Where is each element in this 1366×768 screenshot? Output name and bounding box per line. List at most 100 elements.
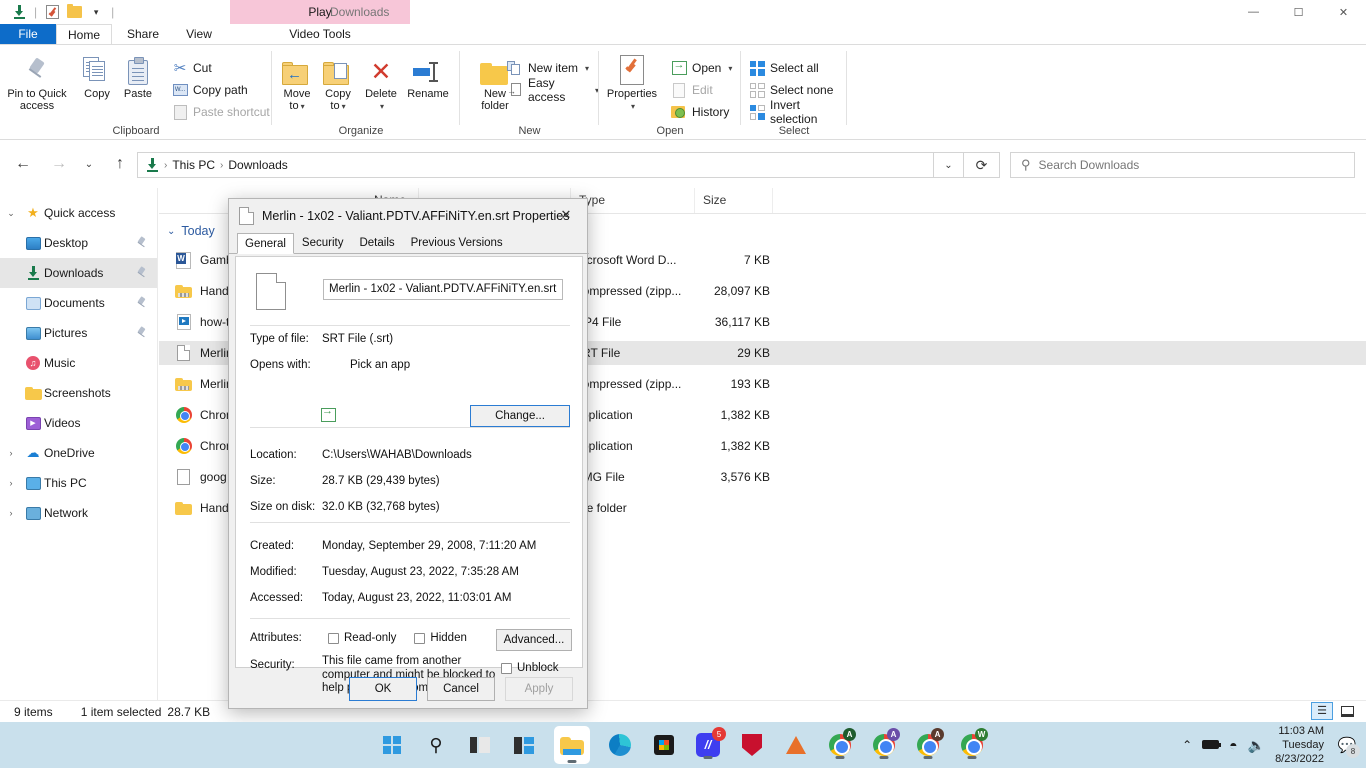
pin-icon[interactable]: [136, 237, 147, 248]
apply-button[interactable]: Apply: [505, 677, 573, 701]
sidebar-item-screenshots[interactable]: Screenshots: [0, 378, 157, 408]
column-header-extra[interactable]: [773, 188, 853, 213]
large-icons-view-icon[interactable]: [1336, 702, 1358, 720]
properties-icon[interactable]: [41, 2, 63, 22]
recent-locations-button[interactable]: ⌄: [74, 149, 104, 179]
sidebar-item-quick-access[interactable]: ⌄ ★ Quick access: [0, 198, 157, 228]
pin-icon[interactable]: [136, 267, 147, 278]
column-header-size[interactable]: Size: [695, 188, 773, 213]
invert-selection-button[interactable]: Invert selection: [747, 101, 847, 123]
sidebar-item-music[interactable]: ♫ Music: [0, 348, 157, 378]
clock[interactable]: 11:03 AM Tuesday 8/23/2022: [1275, 724, 1324, 766]
breadcrumb[interactable]: › This PC › Downloads: [137, 152, 934, 178]
download-icon[interactable]: [8, 2, 30, 22]
tab-details[interactable]: Details: [351, 232, 402, 253]
tab-view[interactable]: View: [173, 24, 225, 45]
tray-chevron-icon[interactable]: ⌃: [1182, 738, 1192, 752]
copy-to-caret-icon[interactable]: ▾: [342, 102, 346, 111]
mcafee-button[interactable]: [738, 730, 766, 760]
select-all-button[interactable]: Select all: [747, 57, 819, 79]
readonly-checkbox[interactable]: Read-only: [328, 632, 396, 644]
up-button[interactable]: ↑: [105, 149, 135, 179]
expander-icon[interactable]: ⌄: [0, 208, 22, 219]
open-caret-icon[interactable]: ▾: [728, 64, 732, 73]
delete-caret-icon[interactable]: ▾: [380, 102, 384, 111]
tab-general[interactable]: General: [237, 233, 294, 254]
blue-app-button[interactable]: // 5: [694, 730, 722, 760]
advanced-button[interactable]: Advanced...: [496, 629, 572, 651]
close-button[interactable]: ✕: [1321, 0, 1366, 24]
history-button[interactable]: History: [669, 101, 729, 123]
forward-button[interactable]: →: [44, 149, 74, 179]
minimize-button[interactable]: —: [1231, 0, 1276, 24]
vlc-button[interactable]: [782, 730, 810, 760]
chrome-window-1-button[interactable]: A: [826, 730, 854, 760]
open-button[interactable]: Open ▾: [669, 57, 732, 79]
ok-button[interactable]: OK: [349, 677, 417, 701]
search-button[interactable]: ⚲: [422, 730, 450, 760]
hidden-checkbox[interactable]: Hidden: [414, 632, 466, 644]
sidebar-item-desktop[interactable]: Desktop: [0, 228, 157, 258]
copy-path-button[interactable]: W... Copy path: [170, 79, 248, 101]
tab-home[interactable]: Home: [56, 24, 112, 45]
file-name-field[interactable]: Merlin - 1x02 - Valiant.PDTV.AFFiNiTY.en…: [323, 279, 563, 300]
file-explorer-taskbar-button[interactable]: [554, 726, 590, 764]
microsoft-edge-button[interactable]: [606, 730, 634, 760]
refresh-icon[interactable]: ⟳: [964, 152, 1000, 178]
group-header-today[interactable]: ⌄ Today: [167, 218, 215, 244]
cut-button[interactable]: ✂ Cut: [170, 57, 212, 79]
address-dropdown-icon[interactable]: ⌄: [934, 152, 964, 178]
volume-icon[interactable]: 🔈: [1248, 737, 1265, 754]
new-item-caret-icon[interactable]: ▾: [585, 64, 589, 73]
column-header-type[interactable]: Type: [571, 188, 695, 213]
tab-video-tools[interactable]: Video Tools: [230, 24, 410, 45]
pin-icon[interactable]: [136, 297, 147, 308]
change-button[interactable]: Change...: [470, 405, 570, 427]
rename-button[interactable]: Rename: [395, 49, 461, 100]
dialog-close-button[interactable]: ✕: [545, 199, 587, 230]
task-view-button[interactable]: [466, 730, 494, 760]
expander-icon[interactable]: ›: [0, 448, 22, 458]
paste-shortcut-button[interactable]: Paste shortcut: [170, 101, 270, 123]
sidebar-item-onedrive[interactable]: › ☁ OneDrive: [0, 438, 157, 468]
cancel-button[interactable]: Cancel: [427, 677, 495, 701]
wifi-icon[interactable]: ◓: [1229, 737, 1237, 753]
properties-button[interactable]: Properties▾: [599, 49, 665, 113]
back-button[interactable]: ←: [8, 149, 38, 179]
sidebar-item-pictures[interactable]: Pictures: [0, 318, 157, 348]
properties-caret-icon[interactable]: ▾: [631, 102, 635, 111]
expander-icon[interactable]: ›: [0, 508, 22, 518]
chevron-down-icon[interactable]: ⌄: [167, 226, 175, 237]
start-button[interactable]: [378, 730, 406, 760]
tab-file[interactable]: File: [0, 24, 56, 45]
paste-button[interactable]: Paste: [107, 49, 169, 100]
sidebar-item-videos[interactable]: ▶ Videos: [0, 408, 157, 438]
sidebar-item-downloads[interactable]: Downloads: [0, 258, 157, 288]
unblock-checkbox[interactable]: Unblock: [501, 662, 559, 674]
search-input[interactable]: ⚲ Search Downloads: [1010, 152, 1355, 178]
customize-qat-dropdown-icon[interactable]: ▾: [85, 2, 107, 22]
move-to-caret-icon[interactable]: ▾: [301, 102, 305, 111]
sidebar-item-documents[interactable]: Documents: [0, 288, 157, 318]
breadcrumb-this-pc[interactable]: This PC: [172, 158, 215, 172]
edit-button[interactable]: Edit: [669, 79, 713, 101]
widgets-button[interactable]: [510, 730, 538, 760]
folder-icon[interactable]: [63, 2, 85, 22]
maximize-button[interactable]: ☐: [1276, 0, 1321, 24]
battery-icon[interactable]: [1202, 738, 1219, 752]
expander-icon[interactable]: ›: [0, 478, 22, 488]
details-view-icon[interactable]: ☰: [1311, 702, 1333, 720]
pin-to-quick-access-button[interactable]: Pin to Quickaccess: [6, 49, 68, 112]
tab-share[interactable]: Share: [113, 24, 173, 45]
chrome-window-2-button[interactable]: A: [870, 730, 898, 760]
easy-access-button[interactable]: → Easy access ▾: [505, 79, 599, 101]
breadcrumb-downloads[interactable]: Downloads: [228, 158, 287, 172]
notification-center-button[interactable]: 💬 8: [1334, 730, 1360, 760]
microsoft-store-button[interactable]: [650, 730, 678, 760]
tab-previous-versions[interactable]: Previous Versions: [403, 232, 511, 253]
chrome-window-4-button[interactable]: W: [958, 730, 986, 760]
chrome-window-3-button[interactable]: A: [914, 730, 942, 760]
pin-icon[interactable]: [136, 327, 147, 338]
sidebar-item-network[interactable]: › Network: [0, 498, 157, 528]
sidebar-item-this-pc[interactable]: › This PC: [0, 468, 157, 498]
